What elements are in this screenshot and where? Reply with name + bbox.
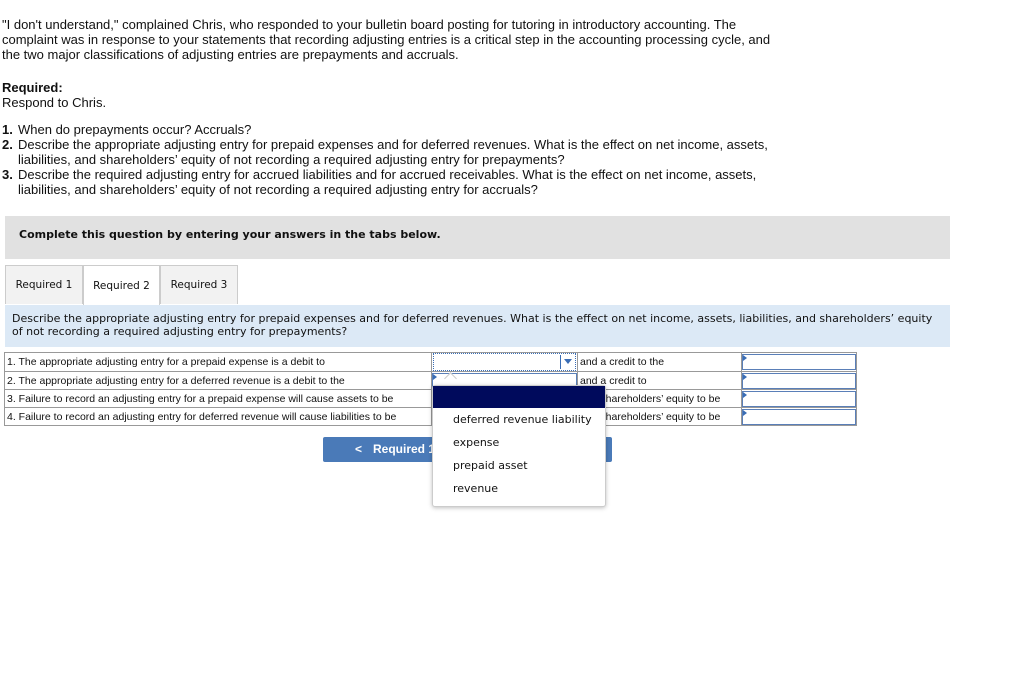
question-list: 1. When do prepayments occur? Accruals? 2… [2,122,782,197]
answer-table: 1. The appropriate adjusting entry for a… [4,352,857,426]
intro-paragraph: "I don't understand," complained Chris, … [2,17,771,62]
dropdown-option[interactable]: prepaid asset [453,459,528,472]
chevron-down-icon [564,359,572,364]
question-item: 2. Describe the appropriate adjusting ent… [2,137,768,167]
answer-input[interactable] [742,354,856,370]
tab-required-1[interactable]: Required 1 [5,265,83,304]
question-item: 1. When do prepayments occur? Accruals? [2,122,252,137]
dropdown-menu: deferred revenue liability expense prepa… [432,385,606,507]
required-label: Required: [2,80,63,95]
required-section: Required: Respond to Chris. [2,80,106,110]
question-item: 3. Describe the required adjusting entry … [2,167,757,197]
chevron-left-icon: < [355,442,363,456]
answer-input[interactable] [742,372,856,389]
row-label: 3. Failure to record an adjusting entry … [4,389,432,408]
button-label: Required 1 [373,442,436,456]
dropdown-option-blank[interactable] [433,386,605,408]
table-row: 3. Failure to record an adjusting entry … [4,389,857,408]
table-row: 1. The appropriate adjusting entry for a… [4,352,857,372]
tab-required-3[interactable]: Required 3 [160,265,238,304]
instruction-banner: Complete this question by entering your … [5,216,950,259]
required-text: Respond to Chris. [2,95,107,110]
answer-input[interactable] [742,390,856,407]
tab-prompt: Describe the appropriate adjusting entry… [5,305,950,347]
row-middle-label: and a credit to the [577,352,742,372]
tab-required-2[interactable]: Required 2 [83,265,160,306]
dropdown-option[interactable]: deferred revenue liability [453,413,592,426]
table-row: 4. Failure to record an adjusting entry … [4,407,857,426]
row-label: 2. The appropriate adjusting entry for a… [4,371,432,390]
dropdown-option[interactable]: revenue [453,482,498,495]
answer-select[interactable] [433,353,576,371]
row-label: 4. Failure to record an adjusting entry … [4,407,432,426]
dropdown-option[interactable]: expense [453,436,499,449]
answer-input[interactable] [742,408,856,425]
row-label: 1. The appropriate adjusting entry for a… [4,352,432,372]
table-row: 2. The appropriate adjusting entry for a… [4,371,857,390]
